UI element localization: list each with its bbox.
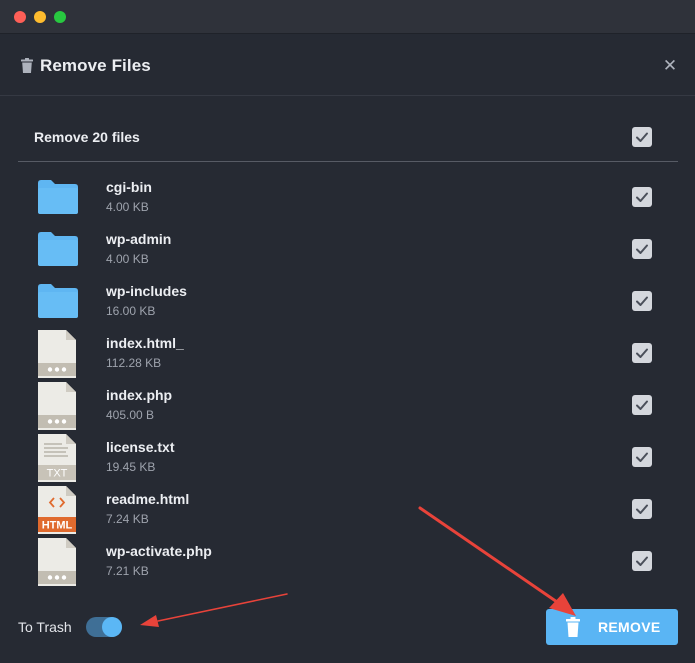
file-checkbox[interactable] [632,239,652,259]
checkmark-icon [636,452,648,462]
dialog-header: Remove Files ✕ [0,34,695,96]
html-file-icon: HTML [38,486,76,534]
close-icon[interactable]: ✕ [661,56,679,75]
file-type-badge: HTML [42,520,73,532]
generic-file-icon [38,538,76,586]
file-row: index.html_ 112.28 KB [0,328,695,380]
checkmark-icon [636,132,648,142]
folder-icon [38,284,78,318]
file-size: 4.00 KB [106,200,149,214]
file-checkbox[interactable] [632,187,652,207]
window-titlebar [0,0,695,34]
to-trash-toggle[interactable] [86,617,122,637]
file-checkbox[interactable] [632,395,652,415]
txt-file-icon: TXT [38,434,76,482]
file-type-badge: TXT [47,468,68,480]
file-size: 19.45 KB [106,460,156,474]
arrow-to-toggle [157,593,288,622]
file-name: cgi-bin [106,179,152,195]
generic-file-icon [38,330,76,378]
checkmark-icon [636,348,648,358]
dialog-title: Remove Files [40,56,151,75]
toggle-knob [102,617,122,637]
file-row: wp-activate.php 7.21 KB [0,536,695,588]
file-name: index.html_ [106,335,184,351]
trash-icon [21,58,33,73]
window-minimize-button[interactable] [34,11,46,23]
file-row: TXT license.txt 19.45 KB [0,432,695,484]
checkmark-icon [636,556,648,566]
file-size: 7.24 KB [106,512,149,526]
file-name: license.txt [106,439,175,455]
file-name: index.php [106,387,173,403]
file-name: wp-includes [106,283,187,299]
generic-file-icon [38,382,76,430]
arrowhead-toggle [140,615,159,627]
file-size: 7.21 KB [106,564,149,578]
window-zoom-button[interactable] [54,11,66,23]
file-checkbox[interactable] [632,291,652,311]
file-checkbox[interactable] [632,447,652,467]
to-trash-label: To Trash [18,619,72,635]
folder-icon [38,232,78,266]
checkmark-icon [636,296,648,306]
file-row: cgi-bin 4.00 KB [0,172,695,224]
trash-icon [566,617,580,637]
checkmark-icon [636,192,648,202]
file-checkbox[interactable] [632,343,652,363]
checkmark-icon [636,504,648,514]
checkmark-icon [636,244,648,254]
select-all-row: Remove 20 files [18,112,678,162]
file-checkbox[interactable] [632,499,652,519]
window-close-button[interactable] [14,11,26,23]
file-size: 4.00 KB [106,252,149,266]
folder-icon [38,180,78,214]
remove-button[interactable]: REMOVE [546,609,678,645]
file-row: index.php 405.00 B [0,380,695,432]
file-size: 405.00 B [106,408,155,422]
file-size: 16.00 KB [106,304,156,318]
file-name: readme.html [106,491,190,507]
file-name: wp-admin [106,231,172,247]
file-row: wp-includes 16.00 KB [0,276,695,328]
select-all-label: Remove 20 files [34,129,140,145]
file-name: wp-activate.php [106,543,212,559]
select-all-checkbox[interactable] [632,127,652,147]
file-checkbox[interactable] [632,551,652,571]
remove-button-label: REMOVE [598,619,661,635]
file-row: wp-admin 4.00 KB [0,224,695,276]
file-size: 112.28 KB [106,356,162,370]
checkmark-icon [636,400,648,410]
file-row: HTML readme.html 7.24 KB [0,484,695,536]
